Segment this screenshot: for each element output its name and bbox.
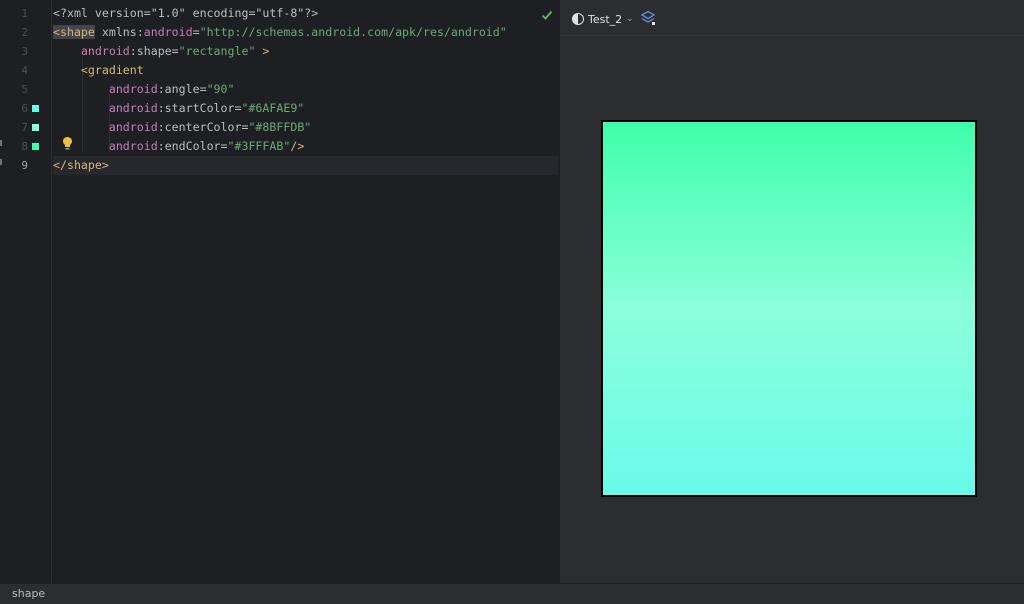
line-number-gutter: 1 2 3 4 5 6 7 8 9 [0, 0, 52, 583]
color-swatch-icon[interactable] [32, 124, 39, 131]
code-token: <gradient [53, 63, 144, 77]
code-token: </shape> [53, 158, 109, 172]
code-token: "90" [206, 82, 235, 96]
code-token: "http://schemas.android.com/apk/res/andr… [199, 25, 507, 39]
preview-toolbar: Test_2 ⌄ [560, 0, 1024, 36]
line-number: 8 [21, 140, 28, 153]
code-token: android [53, 82, 158, 96]
gutter-row: 6 [0, 99, 52, 118]
lightbulb-icon[interactable] [62, 136, 73, 151]
code-token: <shape [53, 25, 95, 39]
contrast-icon [572, 13, 584, 25]
code-line[interactable]: android:shape="rectangle" > [53, 42, 558, 61]
code-token: <?xml version="1.0" encoding="utf-8"?> [53, 6, 319, 20]
code-token: android [53, 44, 130, 58]
gutter-marker [0, 159, 2, 165]
layers-icon[interactable] [640, 10, 656, 26]
code-token: "#6AFAE9" [241, 101, 305, 115]
color-swatch-icon[interactable] [32, 105, 39, 112]
code-token: "rectangle" [178, 44, 256, 58]
code-line[interactable]: <?xml version="1.0" encoding="utf-8"?> [53, 4, 558, 23]
line-number: 5 [21, 83, 28, 96]
gutter-row: 8 [0, 137, 52, 156]
code-token: xmlns: [94, 25, 144, 39]
theme-selector[interactable]: Test_2 ⌄ [572, 10, 634, 28]
status-bar: shape [0, 583, 1024, 604]
gutter-row: 3 [0, 42, 52, 61]
line-number: 7 [21, 121, 28, 134]
line-number: 9 [21, 159, 28, 172]
code-token: :angle= [157, 82, 207, 96]
code-token: android [53, 101, 158, 115]
theme-label: Test_2 [588, 12, 623, 26]
gutter-row: 5 [0, 80, 52, 99]
code-token: :shape= [129, 44, 179, 58]
gradient-shape-preview [601, 120, 977, 497]
color-swatch-icon[interactable] [32, 143, 39, 150]
code-token: :startColor= [157, 101, 242, 115]
code-token: android [143, 25, 193, 39]
code-token: android [53, 120, 158, 134]
gutter-row: 4 [0, 61, 52, 80]
check-icon[interactable] [541, 9, 553, 21]
line-number: 1 [21, 7, 28, 20]
line-number: 2 [21, 26, 28, 39]
code-line[interactable]: </shape> [53, 156, 558, 175]
gutter-row: 2 [0, 23, 52, 42]
code-line[interactable]: android:centerColor="#8BFFDB" [53, 118, 558, 137]
gutter-row: 1 [0, 4, 52, 23]
code-line[interactable]: android:endColor="#3FFFAB"/> [53, 137, 558, 156]
design-preview-pane: Test_2 ⌄ [559, 0, 1024, 583]
code-line[interactable]: <shape xmlns:android="http://schemas.and… [53, 23, 558, 42]
chevron-down-icon: ⌄ [626, 14, 634, 24]
gutter-row: 7 [0, 118, 52, 137]
line-number: 3 [21, 45, 28, 58]
code-token: :centerColor= [157, 120, 249, 134]
code-token: "#3FFFAB" [227, 139, 291, 153]
code-token: /> [290, 139, 305, 153]
line-number: 4 [21, 64, 28, 77]
breadcrumb[interactable]: shape [12, 586, 45, 602]
code-line[interactable]: android:angle="90" [53, 80, 558, 99]
gutter-marker [0, 140, 2, 146]
code-editor[interactable]: <?xml version="1.0" encoding="utf-8"?> <s… [53, 0, 558, 583]
code-line[interactable]: <gradient [53, 61, 558, 80]
code-token: > [255, 44, 270, 58]
code-token: = [192, 25, 200, 39]
code-token: "#8BFFDB" [248, 120, 312, 134]
gutter-row: 9 [0, 156, 52, 175]
code-token: :endColor= [157, 139, 228, 153]
line-number: 6 [21, 102, 28, 115]
code-line[interactable]: android:startColor="#6AFAE9" [53, 99, 558, 118]
